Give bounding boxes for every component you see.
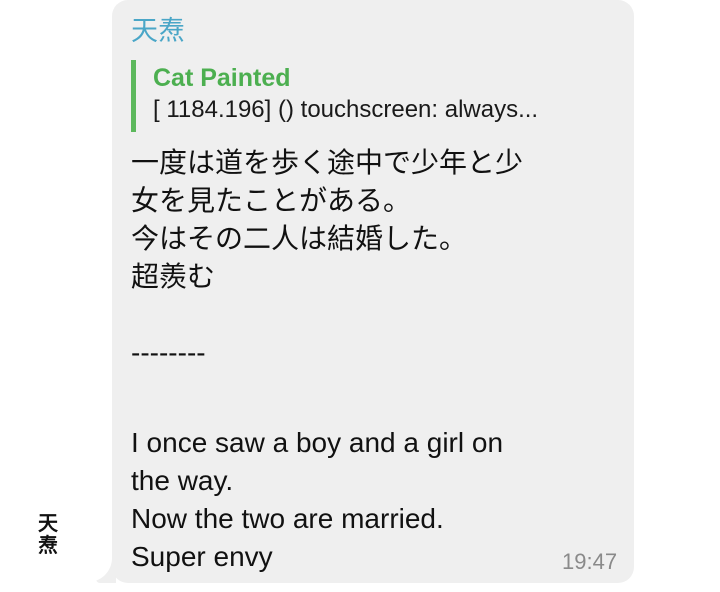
message-text: 一度は道を歩く途中で少年と少 女を見たことがある。 今はその二人は結婚した。 超… [131, 144, 611, 576]
message-line: 超羨む [131, 260, 216, 293]
avatar-glyph-top: 天 [38, 511, 58, 535]
message-timestamp: 19:47 [562, 549, 618, 574]
message-line: the way. [131, 465, 234, 496]
message-line: Now the two are married. [131, 503, 444, 534]
sender-avatar[interactable]: 天 焘 [30, 512, 66, 572]
reply-author: Cat Painted [153, 64, 291, 92]
sender-name[interactable]: 天焘 [131, 14, 185, 50]
message-line: 女を見たことがある。 [131, 184, 412, 217]
avatar-glyph-bottom: 焘 [38, 533, 58, 557]
message-separator: -------- [131, 337, 206, 368]
reply-preview: [ 1184.196] () touchscreen: always... [153, 96, 539, 123]
reply-quote[interactable]: Cat Painted [ 1184.196] () touchscreen: … [131, 60, 611, 132]
chat-view: 天 焘 天焘 Cat Painted [ 1184.196] () touchs… [0, 0, 720, 592]
message-line: 一度は道を歩く途中で少年と少 [131, 146, 524, 179]
message-line: Super envy [131, 541, 273, 572]
message-line: 今はその二人は結婚した。 [131, 222, 468, 255]
message-line: I once saw a boy and a girl on [131, 427, 504, 458]
